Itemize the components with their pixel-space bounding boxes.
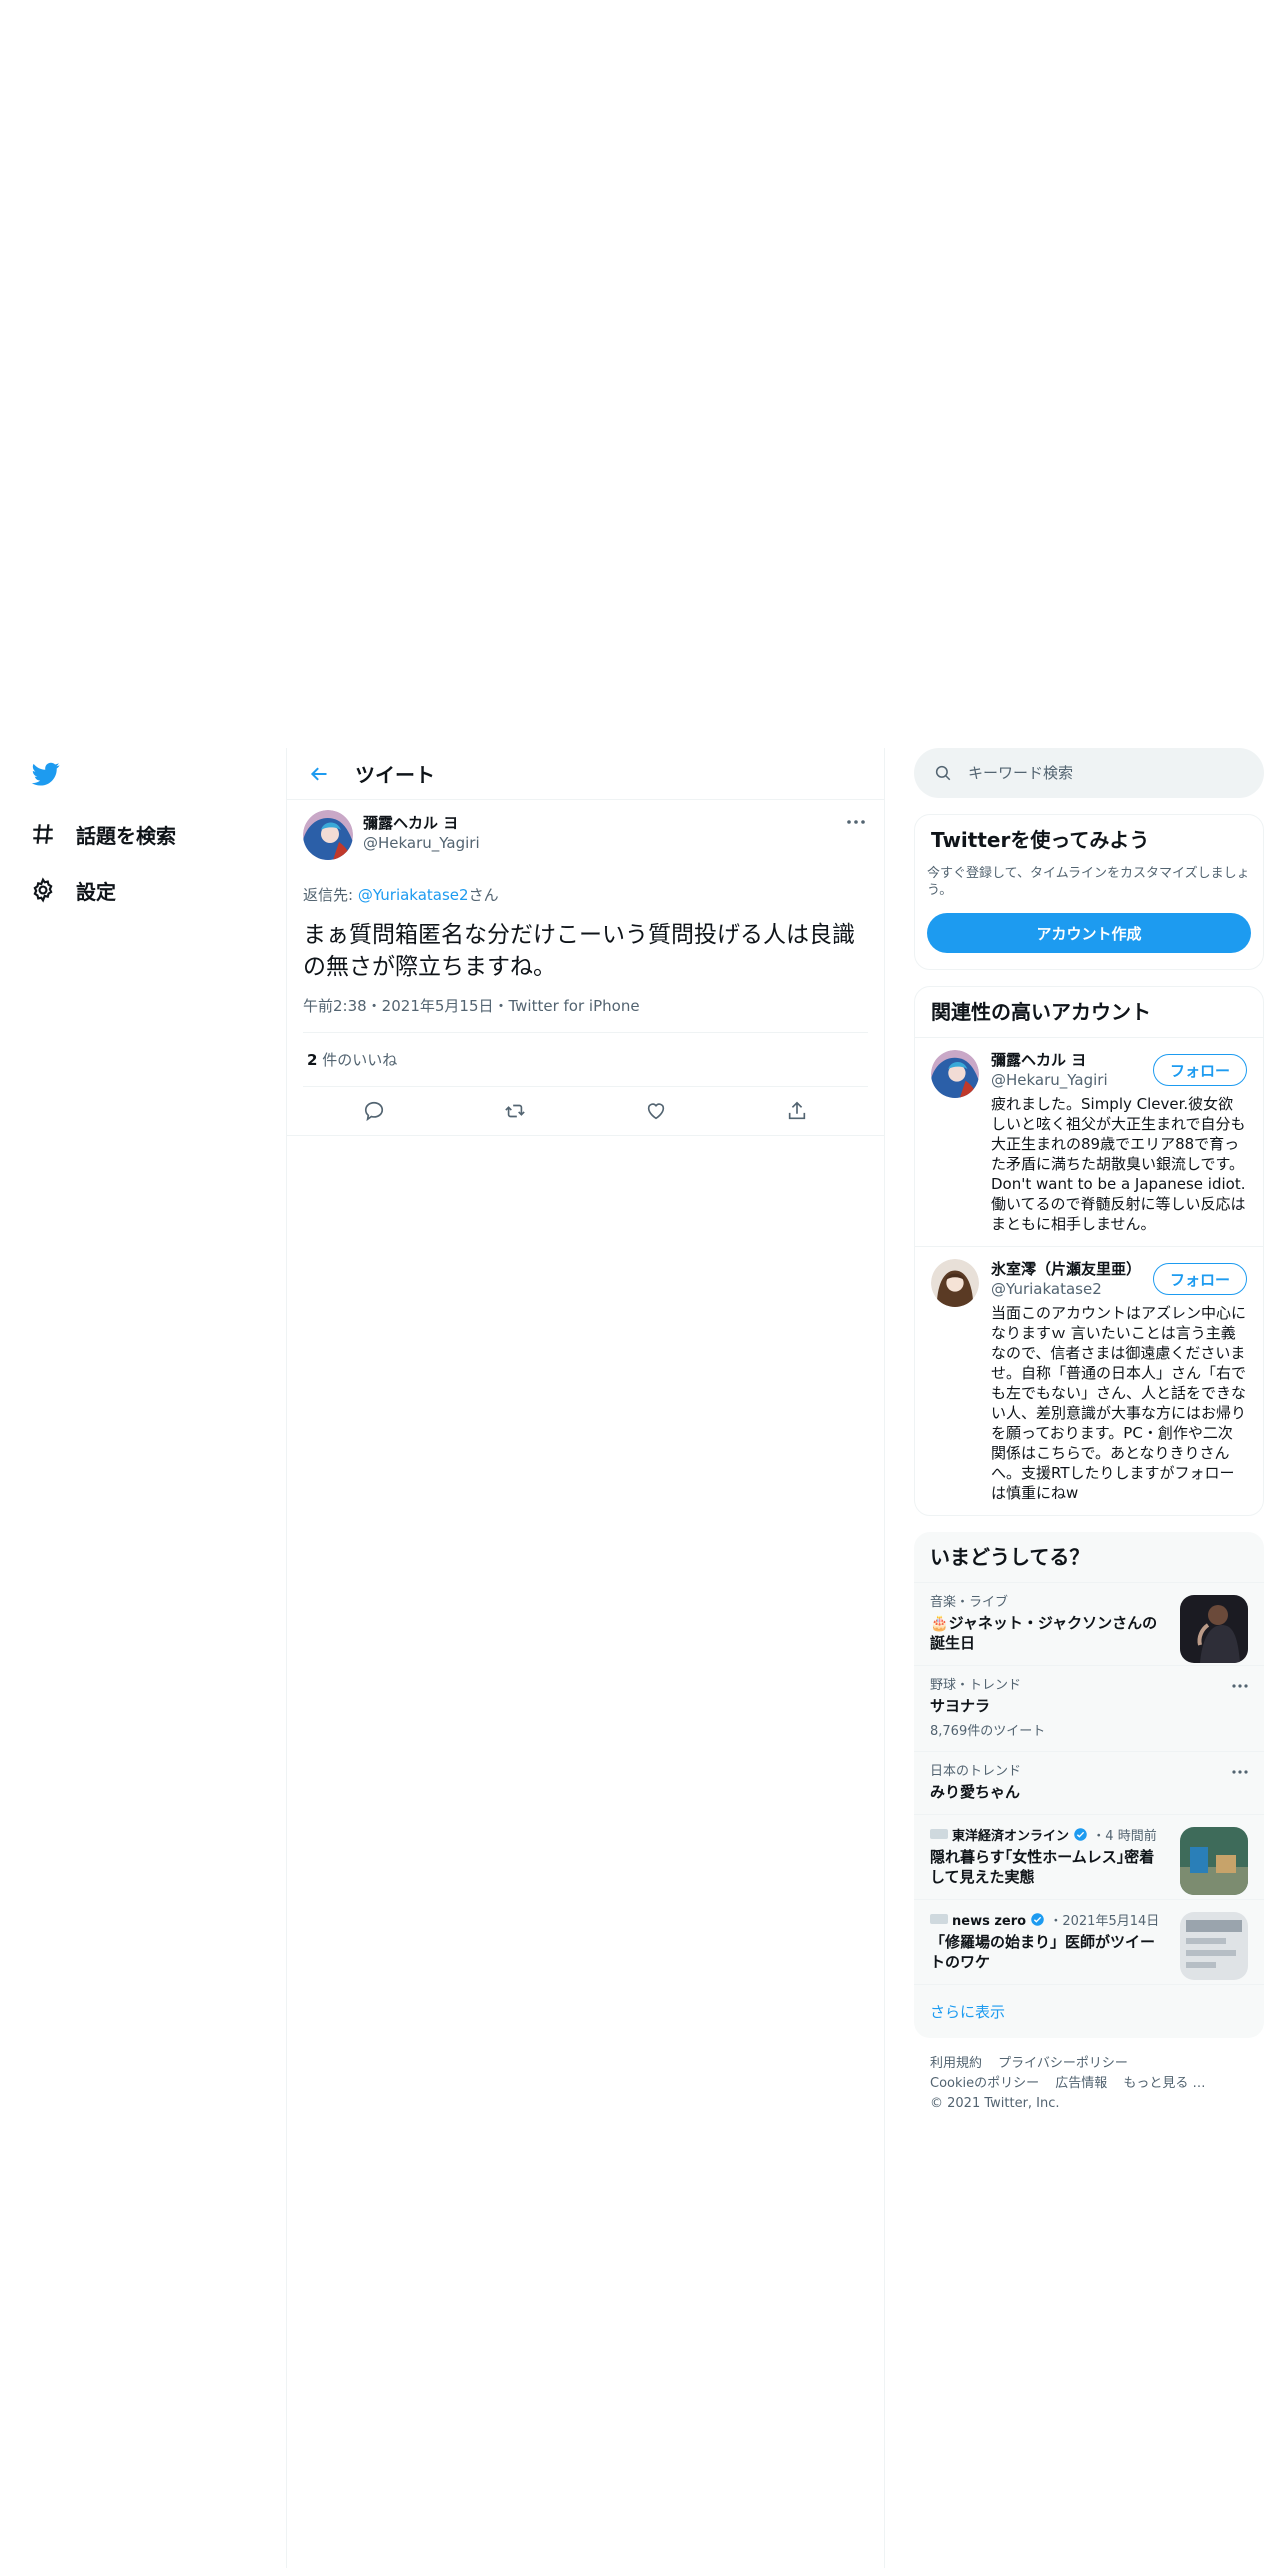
trend-thumbnail	[1180, 1595, 1248, 1663]
sidebar-footer: 利用規約 プライバシーポリシー Cookieのポリシー 広告情報 もっと見る ……	[914, 2038, 1264, 2130]
right-sidebar: Twitterを使ってみよう 今すぐ登録して、タイムラインをカスタマイズしましょ…	[914, 748, 1264, 2130]
trends-title: いまどうしてる？	[930, 1545, 1090, 1569]
search-icon	[935, 765, 951, 781]
footer-link-cookies[interactable]: Cookieのポリシー	[930, 2076, 1039, 2091]
reply-to-handle-link[interactable]: @Yuriakatase2	[358, 886, 469, 904]
twitter-bird-icon[interactable]	[30, 760, 62, 788]
news-thumbnail	[1180, 1827, 1248, 1895]
related-accounts-card: 関連性の高いアカウント 彌露ヘカル ヨ @Hekaru_Yagiri 疲れました…	[914, 986, 1264, 1516]
related-account[interactable]: 氷室澪（片瀬友里亜） @Yuriakatase2 当面このアカウントはアズレン中…	[915, 1246, 1263, 1515]
reply-suffix: さん	[468, 886, 499, 904]
divider	[287, 1135, 884, 1136]
footer-link-terms[interactable]: 利用規約	[930, 2056, 982, 2071]
footer-link-ads[interactable]: 広告情報	[1055, 2076, 1107, 2091]
tweet-header: 彌露ヘカル ヨ @Hekaru_Yagiri	[303, 810, 868, 866]
footer-link-more[interactable]: もっと見る …	[1123, 2076, 1205, 2091]
trend-title: みり愛ちゃん	[930, 1783, 1021, 1801]
trend-tweet-count: 8,769件のツイート	[930, 1724, 1046, 1739]
follow-button[interactable]: フォロー	[1152, 1054, 1247, 1086]
news-source: news zero	[952, 1914, 1027, 1929]
page-title: ツイート	[355, 763, 435, 787]
tweet-likes[interactable]: 2 件のいいね	[303, 1033, 868, 1087]
nav-explore-label: 話題を検索	[76, 823, 176, 848]
trends-card: いまどうしてる？ 音楽・ライブ 🎂ジャネット・ジャクソンさんの誕生日 野球・トレ…	[914, 1532, 1264, 2038]
footer-link-privacy[interactable]: プライバシーポリシー	[998, 2056, 1128, 2071]
avatar[interactable]	[931, 1050, 979, 1098]
account-bio: 疲れました。Simply Clever.彼女欲しいと呟く祖父が大正生まれで自分も…	[991, 1095, 1246, 1233]
gear-icon	[33, 877, 53, 903]
search-box[interactable]	[914, 748, 1264, 798]
more-options-icon[interactable]	[844, 812, 868, 832]
tweet-text: まぁ質問箱匿名な分だけこーいう質問投げる人は良識の無さが際立ちますね。	[303, 922, 855, 980]
like-icon[interactable]	[645, 1100, 667, 1122]
follow-button[interactable]: フォロー	[1152, 1263, 1247, 1295]
trend-category: 日本のトレンド	[930, 1764, 1022, 1779]
likes-count: 2	[307, 1051, 318, 1069]
hashtag-icon	[33, 824, 53, 844]
likes-label: 件のいいね	[317, 1051, 398, 1069]
trend-item[interactable]: 音楽・ライブ 🎂ジャネット・ジャクソンさんの誕生日	[914, 1582, 1264, 1665]
copyright: © 2021 Twitter, Inc.	[930, 2096, 1060, 2111]
create-account-button[interactable]: アカウント作成	[927, 913, 1251, 953]
trend-item[interactable]: 野球・トレンド サヨナラ 8,769件のツイート	[914, 1665, 1264, 1751]
source-logo	[930, 1829, 948, 1839]
show-more-link[interactable]: さらに表示	[914, 1984, 1264, 2038]
source-logo	[930, 1914, 948, 1924]
back-button[interactable]	[299, 754, 339, 794]
reply-icon[interactable]	[363, 1100, 385, 1122]
news-time: ・2021年5月14日	[1049, 1914, 1160, 1929]
back-arrow-icon	[310, 766, 327, 781]
verified-badge-icon	[1074, 1828, 1087, 1841]
share-icon[interactable]	[786, 1100, 808, 1122]
search-input[interactable]	[968, 764, 1228, 782]
tweet-detail: 彌露ヘカル ヨ @Hekaru_Yagiri 返信先: @Yuriakatase…	[287, 800, 884, 1135]
tweet-actions	[303, 1087, 868, 1135]
news-title: 隠れ暮らす｢女性ホームレス｣密着して見えた実態	[930, 1848, 1155, 1886]
trend-item[interactable]: 日本のトレンド みり愛ちゃん	[914, 1751, 1264, 1814]
tweet-timestamp[interactable]: 午前2:38・2021年5月15日・Twitter for iPhone	[303, 995, 868, 1033]
news-thumbnail	[1180, 1912, 1248, 1980]
nav-explore[interactable]: 話題を検索	[30, 812, 176, 856]
tweet-author-handle[interactable]: @Hekaru_Yagiri	[363, 833, 480, 853]
avatar[interactable]	[931, 1259, 979, 1307]
signup-title: Twitterを使ってみよう	[931, 828, 1150, 852]
nav-settings[interactable]: 設定	[30, 868, 116, 912]
news-item[interactable]: 東洋経済オンライン ・4 時間前 隠れ暮らす｢女性ホームレス｣密着して見えた実態	[914, 1814, 1264, 1899]
tweet-author-name[interactable]: 彌露ヘカル ヨ	[363, 813, 480, 833]
news-source: 東洋経済オンライン	[952, 1829, 1070, 1844]
news-title: 「修羅場の始まり」医師がツイートのワケ	[930, 1933, 1156, 1971]
nav-settings-label: 設定	[76, 879, 116, 904]
retweet-icon[interactable]	[504, 1100, 526, 1122]
avatar[interactable]	[303, 810, 353, 860]
more-options-icon[interactable]	[1230, 1764, 1250, 1780]
news-time: ・4 時間前	[1092, 1829, 1157, 1844]
reply-prefix: 返信先:	[303, 886, 358, 904]
news-item[interactable]: news zero ・2021年5月14日 「修羅場の始まり」医師がツイートのワ…	[914, 1899, 1264, 1984]
signup-card: Twitterを使ってみよう 今すぐ登録して、タイムラインをカスタマイズしましょ…	[914, 814, 1264, 970]
reply-to: 返信先: @Yuriakatase2さん	[303, 884, 868, 905]
signup-description: 今すぐ登録して、タイムラインをカスタマイズしましょう。	[927, 866, 1250, 898]
more-options-icon[interactable]	[1230, 1678, 1250, 1694]
related-title: 関連性の高いアカウント	[931, 1000, 1151, 1024]
trend-title: 🎂ジャネット・ジャクソンさんの誕生日	[930, 1614, 1158, 1652]
verified-badge-icon	[1031, 1913, 1044, 1926]
main-column: ツイート 彌露ヘカル ヨ @Hekaru_Yagiri 返信先: @Yuriak…	[286, 748, 885, 2568]
related-account[interactable]: 彌露ヘカル ヨ @Hekaru_Yagiri 疲れました。Simply Clev…	[915, 1037, 1263, 1246]
main-header: ツイート	[287, 748, 884, 800]
trend-title: サヨナラ	[930, 1697, 991, 1715]
trend-category: 野球・トレンド	[930, 1678, 1022, 1693]
account-bio: 当面このアカウントはアズレン中心になりますｗ 言いたいことは言う主義なので、信者…	[991, 1304, 1247, 1502]
